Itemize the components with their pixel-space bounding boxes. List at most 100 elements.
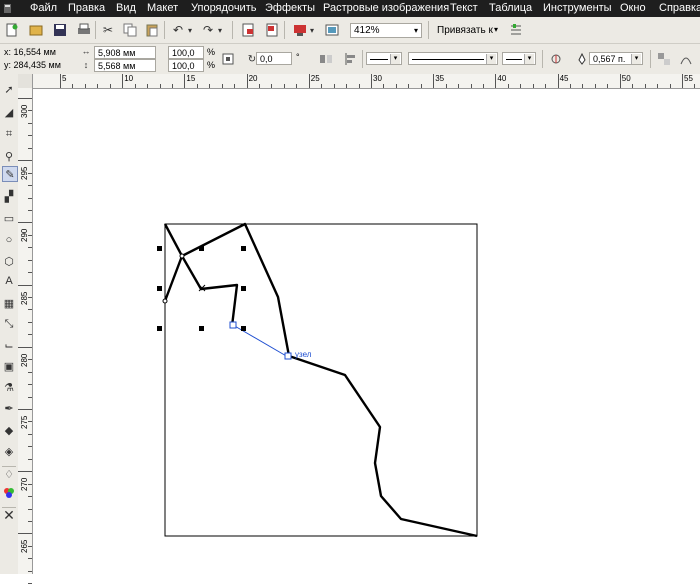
break-apart-icon[interactable] — [656, 51, 672, 67]
redo-dropdown-icon[interactable]: ▾ — [216, 22, 224, 38]
freehand-tool-icon[interactable]: ✎ — [2, 166, 18, 182]
menu-window[interactable]: Окно — [620, 2, 646, 14]
polygon-tool-icon[interactable]: ⬡ — [2, 254, 16, 268]
new-document-icon[interactable] — [4, 22, 20, 38]
open-icon[interactable] — [28, 22, 44, 38]
ruler-minor-tick — [28, 384, 32, 386]
selection-handle[interactable] — [157, 326, 162, 331]
ruler-minor-tick — [644, 84, 646, 88]
full-screen-preview-icon[interactable] — [324, 22, 340, 38]
publish-dropdown-icon[interactable]: ▾ — [308, 22, 316, 38]
angle-field[interactable]: 0,0 — [256, 52, 292, 65]
paste-icon[interactable] — [144, 22, 160, 38]
selection-handle[interactable] — [199, 326, 204, 331]
pick-tool-icon[interactable]: ➚ — [2, 82, 16, 96]
wrap-text-icon[interactable] — [548, 51, 564, 67]
start-arrow-select[interactable]: ▾ — [366, 52, 402, 65]
ruler-minor-tick — [28, 334, 32, 336]
ruler-minor-tick — [28, 421, 32, 423]
menu-bitmaps[interactable]: Растровые изображения — [323, 2, 449, 14]
zoom-level-select[interactable]: 412% ▾ — [350, 23, 422, 38]
ellipse-tool-icon[interactable]: ○ — [2, 233, 16, 247]
import-icon[interactable] — [240, 22, 256, 38]
ruler-origin-icon[interactable] — [18, 74, 33, 88]
blend-tool-icon[interactable]: ▣ — [2, 359, 16, 373]
drawing-svg[interactable]: узел — [33, 89, 700, 574]
snap-dropdown-icon[interactable]: ▾ — [494, 25, 498, 34]
selection-handle[interactable] — [199, 246, 204, 251]
connector-tool-icon[interactable]: ⌙ — [2, 338, 16, 352]
menu-help[interactable]: Справка — [659, 2, 700, 14]
node-handle-icon[interactable] — [284, 352, 292, 360]
rectangle-tool-icon[interactable]: ▭ — [2, 211, 16, 225]
selection-handle[interactable] — [241, 326, 246, 331]
separator — [232, 21, 233, 39]
outline-tool-icon[interactable]: ✒ — [2, 401, 16, 415]
zoom-tool-icon[interactable]: ⚲ — [2, 149, 16, 163]
horizontal-ruler[interactable]: 5 10 15 20 25 30 35 40 45 50 55 — [18, 74, 700, 89]
ruler-label: 40 — [497, 74, 507, 83]
selection-handle[interactable] — [157, 246, 162, 251]
line-style-select[interactable]: ▾ — [408, 52, 498, 65]
menu-effects[interactable]: Эффекты — [265, 2, 315, 14]
copy-icon[interactable] — [122, 22, 138, 38]
curve-segment-top[interactable] — [163, 223, 184, 257]
options-icon[interactable] — [508, 22, 524, 38]
ruler-tick — [682, 74, 683, 88]
height-field[interactable]: 5,568 мм — [94, 59, 156, 72]
eyedropper-tool-icon[interactable]: ⚗ — [2, 380, 16, 394]
publish-pdf-icon[interactable] — [292, 22, 308, 38]
node-point[interactable] — [162, 298, 168, 304]
outline-width-select[interactable]: 0,567 п. ▾ — [589, 52, 643, 65]
undo-icon[interactable]: ↶ — [170, 22, 186, 38]
undo-dropdown-icon[interactable]: ▾ — [186, 22, 194, 38]
scale-x-field[interactable]: 100,0 — [168, 46, 204, 59]
selection-handle[interactable] — [157, 286, 162, 291]
node-handle-icon[interactable] — [229, 321, 237, 329]
ruler-minor-tick — [28, 209, 32, 211]
separator — [95, 21, 96, 39]
node-point[interactable] — [179, 253, 185, 259]
color-icon[interactable] — [2, 486, 16, 500]
menu-table[interactable]: Таблица — [489, 2, 532, 14]
save-icon[interactable] — [52, 22, 68, 38]
shape-tool-icon[interactable]: ◢ — [2, 105, 16, 119]
cut-icon[interactable]: ✂ — [100, 22, 116, 38]
dimension-tool-icon[interactable]: ⤡ — [2, 317, 16, 331]
table-tool-icon[interactable]: ▦ — [2, 296, 16, 310]
print-icon[interactable] — [76, 22, 92, 38]
redo-icon[interactable]: ↷ — [200, 22, 216, 38]
text-tool-icon[interactable]: A — [2, 274, 16, 288]
interactive-fill-icon[interactable]: ◈ — [2, 444, 16, 458]
width-field[interactable]: 5,908 мм — [94, 46, 156, 59]
snap-to-button[interactable]: Привязать к — [437, 25, 493, 36]
selection-handle[interactable] — [241, 286, 246, 291]
selection-handle[interactable] — [241, 246, 246, 251]
align-icon[interactable] — [342, 51, 358, 67]
smart-fill-icon[interactable]: ▞ — [2, 189, 16, 203]
menu-view[interactable]: Вид — [116, 2, 136, 14]
page-border — [164, 223, 478, 537]
end-arrow-select[interactable]: ▾ — [502, 52, 536, 65]
curve-main-path[interactable] — [181, 222, 478, 538]
mirror-icon[interactable] — [318, 51, 334, 67]
crop-tool-icon[interactable]: ⌗ — [2, 127, 16, 141]
close-icon[interactable]: ✕ — [2, 507, 16, 523]
menu-edit[interactable]: Правка — [68, 2, 105, 14]
menu-layout[interactable]: Макет — [147, 2, 178, 14]
export-icon[interactable] — [264, 22, 280, 38]
menu-file[interactable]: Файл — [30, 2, 57, 14]
menu-arrange[interactable]: Упорядочить — [191, 2, 256, 14]
curve-segment-left[interactable] — [163, 254, 239, 327]
menu-tools[interactable]: Инструменты — [543, 2, 612, 14]
vertical-ruler[interactable]: 300 295 290 285 280 275 270 265 — [18, 88, 33, 584]
drawing-canvas[interactable]: узел — [33, 89, 700, 574]
lock-ratio-icon[interactable] — [220, 51, 236, 67]
fill-tool-icon[interactable]: ◆ — [2, 423, 16, 437]
pen-icon[interactable]: ♢ — [2, 466, 16, 481]
ruler-minor-tick — [28, 496, 32, 498]
convert-to-curves-icon[interactable] — [678, 51, 694, 67]
scale-y-field[interactable]: 100,0 — [168, 59, 204, 72]
menu-text[interactable]: Текст — [450, 2, 478, 14]
ruler-minor-tick — [395, 84, 397, 88]
